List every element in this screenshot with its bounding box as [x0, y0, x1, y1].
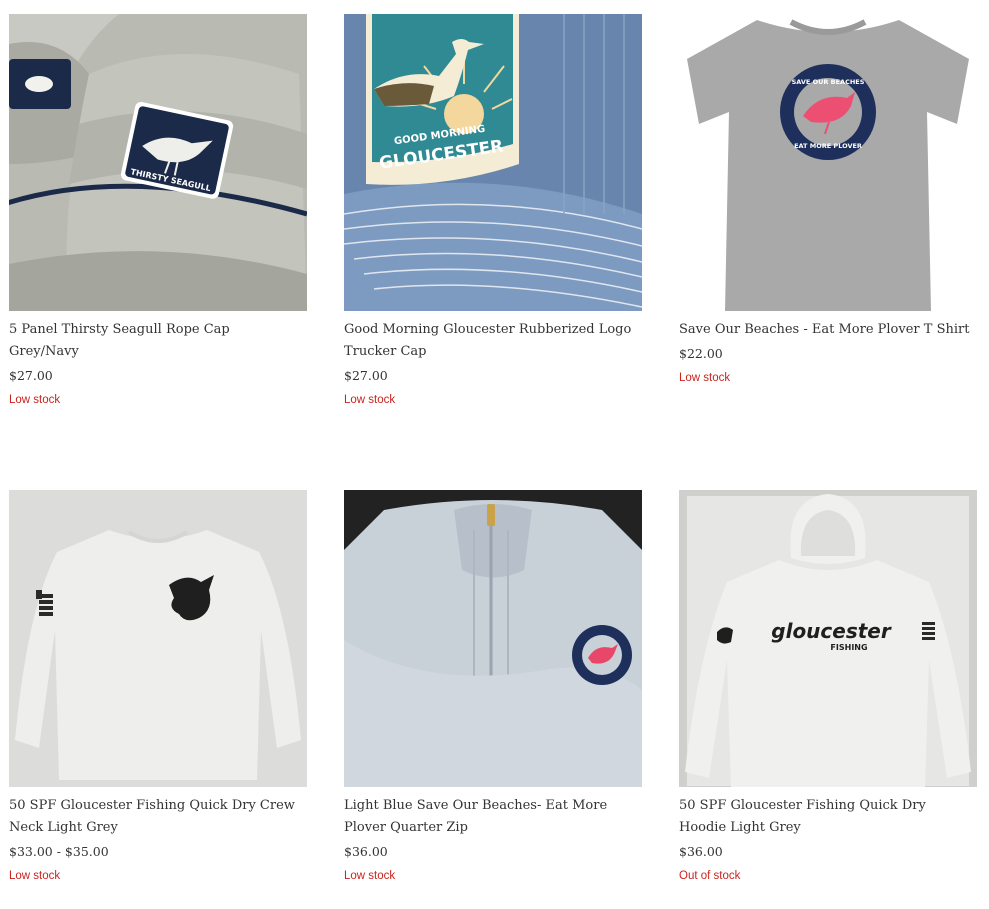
- product-title[interactable]: 50 SPF Gloucester Fishing Quick Dry Hood…: [679, 795, 977, 839]
- product-price: $33.00 - $35.00: [9, 844, 109, 859]
- product-price: $36.00: [344, 844, 388, 859]
- product-image[interactable]: gloucester FISHING: [679, 490, 977, 787]
- product-price: $27.00: [344, 368, 388, 383]
- stock-status: Out of stock: [679, 870, 741, 882]
- product-title[interactable]: Save Our Beaches - Eat More Plover T Shi…: [679, 319, 977, 341]
- product-title[interactable]: 5 Panel Thirsty Seagull Rope Cap Grey/Na…: [9, 319, 307, 363]
- stock-status: Low stock: [679, 372, 731, 384]
- product-title[interactable]: Good Morning Gloucester Rubberized Logo …: [344, 319, 642, 363]
- badge-text-top: SAVE OUR BEACHES: [792, 78, 865, 86]
- product-image[interactable]: [344, 490, 642, 787]
- product-image[interactable]: SAVE OUR BEACHES EAT MORE PLOVER: [679, 14, 977, 311]
- stock-status: Low stock: [9, 394, 61, 406]
- product-card[interactable]: Light Blue Save Our Beaches- Eat More Pl…: [344, 490, 642, 884]
- quarter-zip-image: [344, 490, 642, 787]
- product-image[interactable]: GOOD MORNING GLOUCESTER: [344, 14, 642, 311]
- product-price: $36.00: [679, 844, 723, 859]
- product-card[interactable]: gloucester FISHING 50 SPF Gloucester Fis…: [679, 490, 977, 884]
- product-image[interactable]: [9, 490, 307, 787]
- print-text-sub: FISHING: [830, 643, 867, 652]
- product-price: $22.00: [679, 346, 723, 361]
- stock-status: Low stock: [9, 870, 61, 882]
- product-title[interactable]: 50 SPF Gloucester Fishing Quick Dry Crew…: [9, 795, 307, 839]
- rope-cap-image: THIRSTY SEAGULL: [9, 14, 307, 311]
- product-card[interactable]: THIRSTY SEAGULL 5 Panel Thirsty Seagull …: [9, 14, 307, 408]
- trucker-cap-image: GOOD MORNING GLOUCESTER: [344, 14, 642, 311]
- badge-text-bottom: EAT MORE PLOVER: [794, 142, 862, 150]
- product-card[interactable]: 50 SPF Gloucester Fishing Quick Dry Crew…: [9, 490, 307, 884]
- product-grid: THIRSTY SEAGULL 5 Panel Thirsty Seagull …: [0, 0, 989, 909]
- stock-status: Low stock: [344, 394, 396, 406]
- crew-neck-image: [9, 490, 307, 787]
- product-card[interactable]: GOOD MORNING GLOUCESTER Good Morning Glo…: [344, 14, 642, 408]
- product-card[interactable]: SAVE OUR BEACHES EAT MORE PLOVER Save Ou…: [679, 14, 977, 386]
- product-image[interactable]: THIRSTY SEAGULL: [9, 14, 307, 311]
- tshirt-image: SAVE OUR BEACHES EAT MORE PLOVER: [679, 14, 977, 311]
- product-price: $27.00: [9, 368, 53, 383]
- product-title[interactable]: Light Blue Save Our Beaches- Eat More Pl…: [344, 795, 642, 839]
- stock-status: Low stock: [344, 870, 396, 882]
- print-text-main: gloucester: [771, 619, 892, 643]
- hoodie-image: gloucester FISHING: [679, 490, 977, 787]
